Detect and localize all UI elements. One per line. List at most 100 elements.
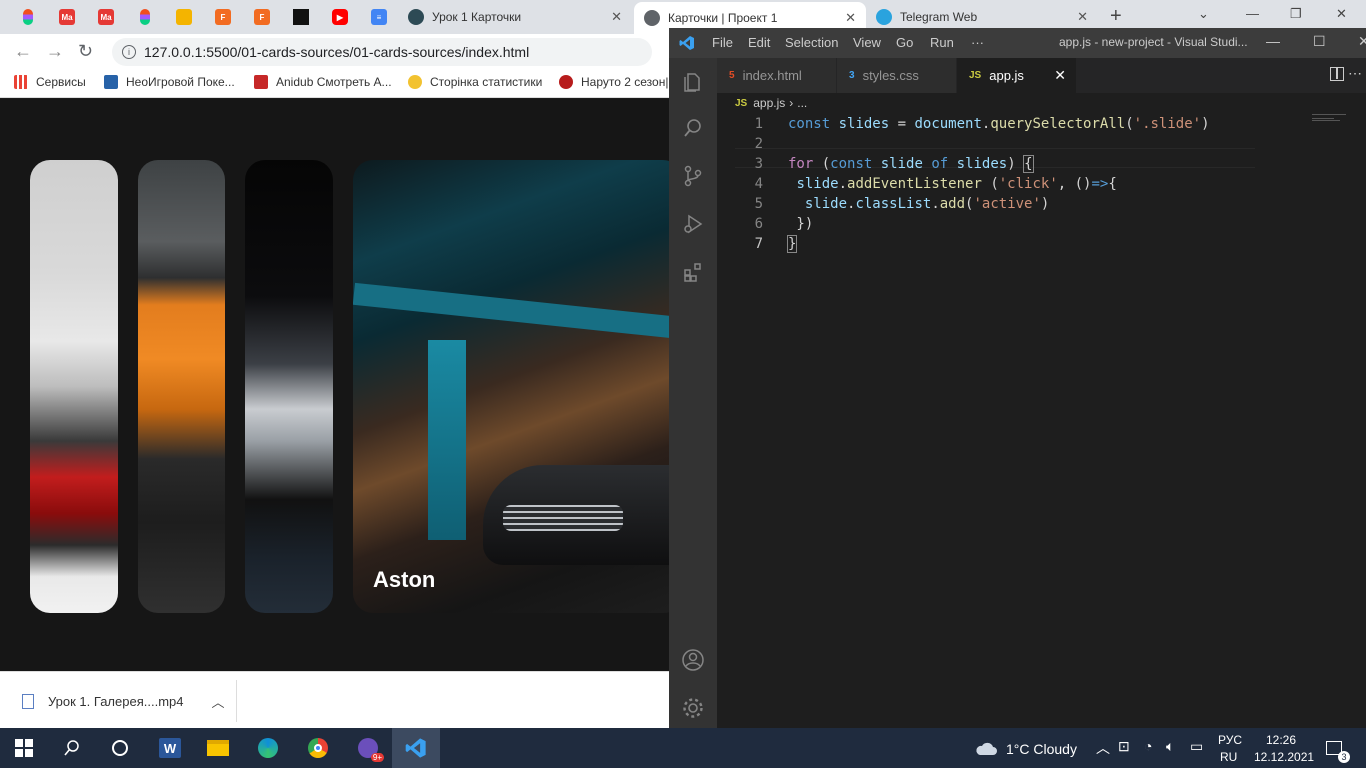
- notifications-icon[interactable]: 3: [1322, 736, 1350, 763]
- weather-text[interactable]: 1°C Cloudy: [1006, 741, 1077, 757]
- extensions-icon[interactable]: [681, 260, 705, 284]
- close-icon[interactable]: ✕: [1077, 9, 1088, 25]
- network-warning-icon[interactable]: ⊡: [1118, 738, 1130, 755]
- youtube-tab-icon[interactable]: ▶: [328, 6, 352, 28]
- address-bar[interactable]: i 127.0.0.1:5500/01-cards-sources/01-car…: [112, 38, 652, 66]
- gear-icon[interactable]: [681, 696, 705, 720]
- flowlu-tab-icon[interactable]: F: [211, 6, 235, 28]
- tab-lesson-cards[interactable]: Урок 1 Карточки ✕: [398, 0, 632, 34]
- tab-search-icon[interactable]: ⌄: [1198, 6, 1209, 22]
- line-number: 1: [754, 116, 763, 132]
- bridge-pillar: [428, 340, 466, 540]
- unsplash-tab-icon[interactable]: [289, 6, 313, 28]
- tab-label: styles.css: [862, 68, 919, 83]
- clock-time[interactable]: 12:26: [1266, 733, 1296, 747]
- figma-tab-icon[interactable]: [16, 6, 40, 28]
- search-icon[interactable]: [60, 736, 84, 760]
- bookmark-naruto[interactable]: Наруто 2 сезон|: [559, 75, 668, 89]
- reload-icon[interactable]: ↻: [78, 41, 93, 62]
- menu-file[interactable]: File: [712, 35, 733, 50]
- chevron-up-icon[interactable]: ︿: [211, 692, 224, 711]
- slide-card[interactable]: [138, 160, 225, 613]
- file-icon: [22, 694, 34, 709]
- account-icon[interactable]: [681, 648, 705, 672]
- cloud-icon[interactable]: [974, 736, 998, 760]
- bookmark-poker[interactable]: НеоИгровой Поке...: [104, 75, 235, 89]
- menu-go[interactable]: Go: [896, 35, 913, 50]
- docs-tab-icon[interactable]: ≡: [367, 6, 391, 28]
- bookmark-apps[interactable]: Сервисы: [14, 75, 86, 89]
- ma-tab-icon[interactable]: Ma: [55, 6, 79, 28]
- html-icon: 5: [729, 70, 735, 81]
- slide-card[interactable]: [30, 160, 118, 613]
- restore-icon[interactable]: ❐: [1290, 6, 1302, 22]
- forward-icon[interactable]: →: [46, 41, 64, 62]
- volume-icon[interactable]: 🔈︎: [1166, 738, 1174, 755]
- menu-edit[interactable]: Edit: [748, 35, 770, 50]
- source-control-icon[interactable]: [681, 164, 705, 188]
- bookmark-label: Наруто 2 сезон|: [581, 75, 669, 89]
- chevron-up-icon[interactable]: ︿: [1096, 738, 1110, 758]
- line-number: 6: [754, 216, 763, 232]
- close-icon[interactable]: ✕: [1054, 67, 1066, 84]
- file-explorer-icon[interactable]: [206, 736, 230, 760]
- explorer-icon[interactable]: [681, 70, 705, 94]
- wifi-icon[interactable]: ◔: [1144, 738, 1152, 754]
- back-icon[interactable]: ←: [14, 41, 32, 62]
- split-editor-icon[interactable]: [1330, 67, 1344, 81]
- menu-view[interactable]: View: [853, 35, 881, 50]
- vscode-taskbar-button[interactable]: [392, 728, 440, 768]
- tab-index-html[interactable]: 5 index.html: [717, 58, 837, 93]
- download-item[interactable]: Урок 1. Галерея....mp4 ︿: [22, 692, 225, 711]
- breadcrumb[interactable]: JS app.js › ...: [735, 96, 807, 110]
- ma-tab-icon-2[interactable]: Ma: [94, 6, 118, 28]
- slide-card[interactable]: [245, 160, 333, 613]
- info-icon[interactable]: i: [122, 45, 136, 59]
- bookmark-stats[interactable]: Сторінка статистики: [408, 75, 542, 89]
- slides-tab-icon[interactable]: [172, 6, 196, 28]
- tab-styles-css[interactable]: 3 styles.css: [837, 58, 957, 93]
- menu-selection[interactable]: Selection: [785, 35, 838, 50]
- task-view-icon[interactable]: [108, 736, 132, 760]
- flowlu-tab-icon-2[interactable]: F: [250, 6, 274, 28]
- stats-icon: [408, 75, 422, 89]
- close-icon[interactable]: ✕: [845, 10, 856, 26]
- new-tab-button[interactable]: +: [1110, 5, 1122, 28]
- app-badge-icon[interactable]: 9+: [356, 736, 384, 762]
- clock-date[interactable]: 12.12.2021: [1254, 750, 1314, 764]
- breadcrumb-file[interactable]: app.js: [753, 96, 785, 110]
- battery-icon[interactable]: ▭: [1190, 738, 1203, 755]
- search-icon[interactable]: [681, 116, 705, 140]
- close-icon[interactable]: ✕: [611, 9, 622, 25]
- code-editor[interactable]: 1 const slides = document.querySelectorA…: [717, 114, 1366, 728]
- close-window-icon[interactable]: ✕: [1336, 6, 1347, 22]
- language-indicator-short[interactable]: RU: [1220, 750, 1237, 764]
- menu-more[interactable]: ···: [971, 35, 984, 50]
- maximize-icon[interactable]: ☐: [1313, 33, 1326, 50]
- chrome-icon[interactable]: [306, 736, 330, 760]
- more-actions-icon[interactable]: ⋯: [1348, 65, 1362, 82]
- bookmark-label: НеоИгровой Поке...: [126, 75, 235, 89]
- js-icon: JS: [969, 70, 982, 81]
- web-page: Aston: [0, 99, 670, 671]
- edge-icon[interactable]: [256, 736, 280, 760]
- minimize-icon[interactable]: —: [1266, 33, 1280, 49]
- bookmark-anidub[interactable]: Anidub Смотреть А...: [254, 75, 392, 89]
- globe-icon: [644, 10, 660, 26]
- run-debug-icon[interactable]: [681, 212, 705, 236]
- word-icon[interactable]: W: [158, 736, 182, 760]
- bookmark-label: Сторінка статистики: [430, 75, 543, 89]
- close-window-icon[interactable]: ✕: [1358, 33, 1366, 50]
- code-line: 5 slide.classList.add('active'): [717, 194, 1317, 214]
- breadcrumb-rest[interactable]: ...: [797, 96, 807, 110]
- car-image: [483, 465, 670, 565]
- minimize-icon[interactable]: —: [1246, 6, 1259, 21]
- menu-run[interactable]: Run: [930, 35, 954, 50]
- address-url: 127.0.0.1:5500/01-cards-sources/01-cards…: [144, 44, 530, 60]
- tab-app-js[interactable]: JS app.js ✕: [957, 58, 1077, 93]
- bridge-beam: [353, 282, 670, 340]
- language-indicator[interactable]: РУС: [1218, 733, 1242, 747]
- windows-start-icon[interactable]: [12, 736, 36, 760]
- figma-tab-icon-2[interactable]: [133, 6, 157, 28]
- slide-card-active[interactable]: Aston: [353, 160, 670, 613]
